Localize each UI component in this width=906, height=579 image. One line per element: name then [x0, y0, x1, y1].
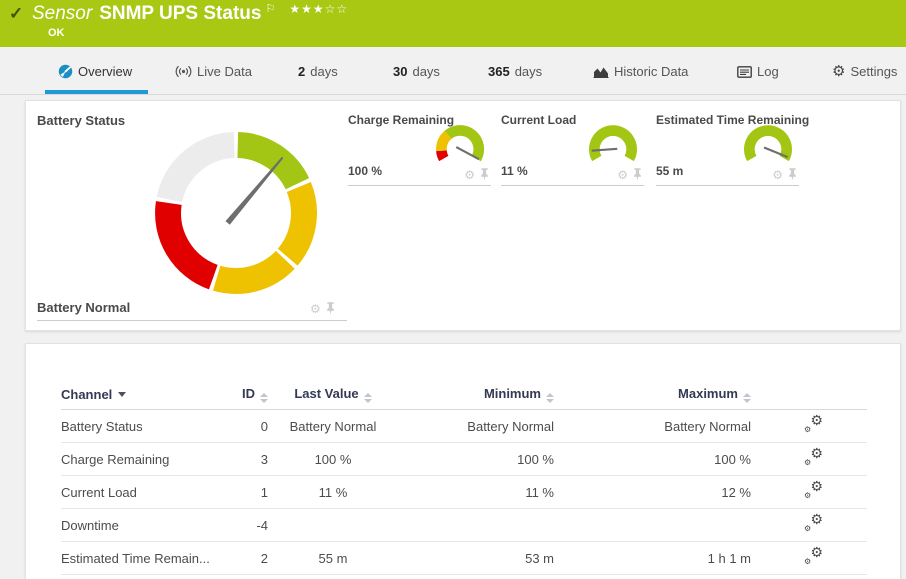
channel-id: 0 [233, 419, 268, 434]
channel-settings-icon[interactable]: ⚙⚙ [804, 516, 823, 532]
channel-settings-icon[interactable]: ⚙⚙ [804, 483, 823, 499]
gauges-panel: Battery Status Battery Normal ⚙ Charge R… [25, 100, 901, 331]
sort-icon [743, 393, 751, 403]
tab-bar: Overview Live Data 2 days 30 days 365 da… [0, 47, 906, 95]
sort-desc-icon [118, 392, 126, 397]
channel-minimum: 53 m [398, 551, 554, 566]
channel-id: 3 [233, 452, 268, 467]
channel-settings-icon[interactable]: ⚙⚙ [804, 450, 823, 466]
channel-maximum: 12 % [554, 485, 751, 500]
channel-minimum: 100 % [398, 452, 554, 467]
mini-gauge-value: 55 m [656, 164, 683, 178]
table-row: Charge Remaining 3 100 % 100 % 100 % ⚙⚙ [61, 443, 867, 476]
divider [37, 320, 347, 321]
mini-gauge-estimated-time-remaining: Estimated Time Remaining 55 m ⚙ [656, 113, 799, 186]
channel-last-value: 55 m [268, 551, 398, 566]
pin-icon[interactable] [633, 168, 642, 181]
channel-last-value: 11 % [268, 485, 398, 500]
sensor-overview-page: ✓ Sensor SNMP UPS Status ⚐ ★★★☆☆ OK Over… [0, 0, 906, 579]
mini-gauge-actions: ⚙ [617, 168, 642, 181]
sort-icon [546, 393, 554, 403]
mini-gauge-title: Current Load [501, 113, 576, 127]
column-header-channel[interactable]: Channel [61, 387, 233, 402]
channel-id: -4 [233, 518, 268, 533]
log-icon [737, 66, 752, 78]
channel-maximum: 1 h 1 m [554, 551, 751, 566]
page-title: SNMP UPS Status [99, 3, 261, 25]
channel-maximum: Battery Normal [554, 419, 751, 434]
table-row: Battery Status 0 Battery Normal Battery … [61, 410, 867, 443]
status-badge: OK [48, 27, 65, 39]
sort-icon [260, 393, 268, 403]
channel-maximum: 100 % [554, 452, 751, 467]
channel-name[interactable]: Charge Remaining [61, 452, 233, 467]
table-header-row: Channel ID Last Value Minimum Maximum [61, 380, 867, 410]
gauge-settings-icon[interactable]: ⚙ [310, 303, 321, 315]
broadcast-icon [175, 65, 192, 78]
active-tab-indicator [45, 90, 148, 94]
tab-30-days[interactable]: 30 days [393, 64, 440, 79]
tab-settings[interactable]: ⚙ Settings [832, 64, 897, 79]
channel-name[interactable]: Estimated Time Remain... [61, 551, 233, 566]
tab-live-data[interactable]: Live Data [175, 64, 252, 79]
primary-gauge-title: Battery Status [37, 113, 125, 128]
primary-gauge-status: Battery Normal [37, 300, 130, 315]
gauge-settings-icon[interactable]: ⚙ [772, 169, 783, 181]
channel-settings-icon[interactable]: ⚙⚙ [804, 549, 823, 565]
mini-gauge-value: 11 % [501, 164, 528, 178]
flag-icon[interactable]: ⚐ [265, 2, 275, 15]
priority-stars[interactable]: ★★★☆☆ [289, 2, 348, 16]
column-header-id[interactable]: ID [233, 386, 268, 403]
channels-panel: Channel ID Last Value Minimum Maximum Ba… [25, 343, 901, 579]
channel-id: 2 [233, 551, 268, 566]
pin-icon[interactable] [788, 168, 797, 181]
table-row: Estimated Time Remain... 2 55 m 53 m 1 h… [61, 542, 867, 575]
tab-2-days[interactable]: 2 days [298, 64, 338, 79]
mini-gauge-charge-remaining: Charge Remaining 100 % ⚙ [348, 113, 491, 186]
gauge-needle [225, 156, 284, 225]
mini-gauge-actions: ⚙ [464, 168, 489, 181]
channel-last-value: Battery Normal [268, 419, 398, 434]
mini-gauge-actions: ⚙ [772, 168, 797, 181]
mini-gauge-value: 100 % [348, 164, 382, 178]
channel-minimum: 11 % [398, 485, 554, 500]
primary-gauge-actions: ⚙ [310, 302, 335, 315]
gauge-settings-icon[interactable]: ⚙ [464, 169, 475, 181]
tab-historic-data[interactable]: Historic Data [593, 64, 688, 79]
table-row: Downtime -4 ⚙⚙ [61, 509, 867, 542]
channel-minimum: Battery Normal [398, 419, 554, 434]
channel-settings-icon[interactable]: ⚙⚙ [804, 417, 823, 433]
channel-name[interactable]: Battery Status [61, 419, 233, 434]
tab-overview[interactable]: Overview [58, 64, 132, 79]
column-header-minimum[interactable]: Minimum [398, 386, 554, 403]
object-kind-label: Sensor [32, 3, 92, 25]
mini-gauge-current-load: Current Load 11 % ⚙ [501, 113, 644, 186]
gear-icon: ⚙ [832, 64, 845, 79]
pin-icon[interactable] [480, 168, 489, 181]
tab-365-days[interactable]: 365 days [488, 64, 542, 79]
pin-icon[interactable] [326, 302, 335, 315]
column-header-last-value[interactable]: Last Value [268, 386, 398, 403]
ok-check-icon: ✓ [9, 4, 23, 24]
channel-name[interactable]: Downtime [61, 518, 233, 533]
gauge-settings-icon[interactable]: ⚙ [617, 169, 628, 181]
sensor-status-bar: ✓ Sensor SNMP UPS Status ⚐ ★★★☆☆ OK [0, 0, 906, 47]
table-row: Current Load 1 11 % 11 % 12 % ⚙⚙ [61, 476, 867, 509]
sort-icon [364, 393, 372, 403]
battery-status-gauge [154, 131, 318, 295]
channel-id: 1 [233, 485, 268, 500]
channels-table: Channel ID Last Value Minimum Maximum Ba… [61, 380, 867, 575]
channel-name[interactable]: Current Load [61, 485, 233, 500]
gauge-icon [58, 64, 73, 79]
tab-log[interactable]: Log [737, 64, 779, 79]
column-header-maximum[interactable]: Maximum [554, 386, 751, 403]
channel-last-value: 100 % [268, 452, 398, 467]
area-chart-icon [593, 66, 609, 78]
